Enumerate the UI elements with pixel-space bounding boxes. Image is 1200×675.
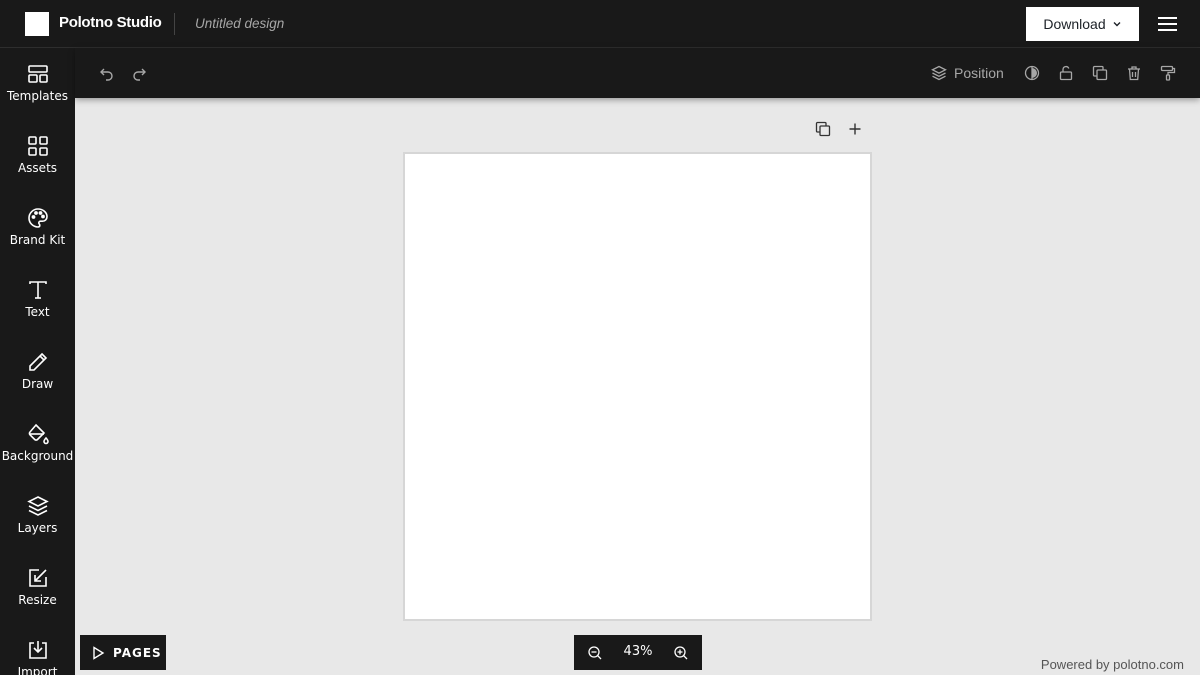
trash-icon[interactable] <box>1123 62 1145 84</box>
sidebar-item-import[interactable]: Import <box>0 624 75 675</box>
zoom-controls: 43% <box>574 635 702 670</box>
sidebar-item-templates[interactable]: Templates <box>0 48 75 120</box>
top-bar: Polotno Studio Untitled design Download <box>0 0 1200 48</box>
import-icon <box>27 639 49 661</box>
left-sidebar: Templates Assets Brand Kit Text Draw Bac… <box>0 48 75 675</box>
title-divider <box>174 13 175 35</box>
hamburger-menu-icon[interactable] <box>1157 14 1178 34</box>
paint-roller-icon[interactable] <box>1157 62 1179 84</box>
layers-icon <box>931 65 947 81</box>
assets-grid-icon <box>27 135 49 157</box>
document-name-field[interactable]: Untitled design <box>195 16 284 31</box>
zoom-value: 43% <box>623 644 653 659</box>
undo-icon[interactable] <box>96 62 118 84</box>
templates-icon <box>27 63 49 85</box>
sidebar-item-label: Draw <box>21 377 54 391</box>
sidebar-item-label: Templates <box>6 89 68 103</box>
zoom-in-icon[interactable] <box>671 643 691 663</box>
sidebar-item-label: Background <box>1 449 74 463</box>
pages-button[interactable]: PAGES <box>80 635 166 670</box>
resize-icon <box>27 567 49 589</box>
pages-label: PAGES <box>113 645 162 660</box>
duplicate-page-icon[interactable] <box>813 119 833 139</box>
palette-icon <box>27 207 49 229</box>
sidebar-item-label: Brand Kit <box>9 233 66 247</box>
redo-icon[interactable] <box>128 62 150 84</box>
sidebar-item-brand-kit[interactable]: Brand Kit <box>0 192 75 264</box>
text-icon <box>27 279 49 301</box>
sidebar-item-label: Layers <box>17 521 58 535</box>
sidebar-item-background[interactable]: Background <box>0 408 75 480</box>
layers-icon <box>26 495 49 517</box>
play-icon <box>93 645 105 660</box>
download-button[interactable]: Download <box>1026 7 1139 41</box>
position-label: Position <box>954 65 1004 81</box>
opacity-icon[interactable] <box>1021 62 1043 84</box>
sidebar-item-label: Import <box>17 665 58 675</box>
zoom-out-icon[interactable] <box>585 643 605 663</box>
pencil-icon <box>27 351 49 373</box>
sidebar-item-draw[interactable]: Draw <box>0 336 75 408</box>
download-label: Download <box>1043 16 1106 32</box>
sidebar-item-text[interactable]: Text <box>0 264 75 336</box>
sidebar-item-assets[interactable]: Assets <box>0 120 75 192</box>
chevron-down-icon <box>1113 22 1121 27</box>
sidebar-item-layers[interactable]: Layers <box>0 480 75 552</box>
paint-bucket-icon <box>27 423 49 445</box>
design-page-canvas[interactable] <box>403 152 872 621</box>
duplicate-icon[interactable] <box>1089 62 1111 84</box>
unlock-icon[interactable] <box>1055 62 1077 84</box>
position-button[interactable]: Position <box>931 61 1004 85</box>
toolbar: Position <box>75 48 1200 98</box>
powered-by-link[interactable]: Powered by polotno.com <box>1041 657 1184 672</box>
add-page-icon[interactable] <box>845 119 865 139</box>
sidebar-item-label: Assets <box>17 161 58 175</box>
logo <box>25 12 49 36</box>
sidebar-item-label: Text <box>25 305 50 319</box>
app-title: Polotno Studio <box>59 14 162 31</box>
sidebar-item-resize[interactable]: Resize <box>0 552 75 624</box>
sidebar-item-label: Resize <box>18 593 57 607</box>
